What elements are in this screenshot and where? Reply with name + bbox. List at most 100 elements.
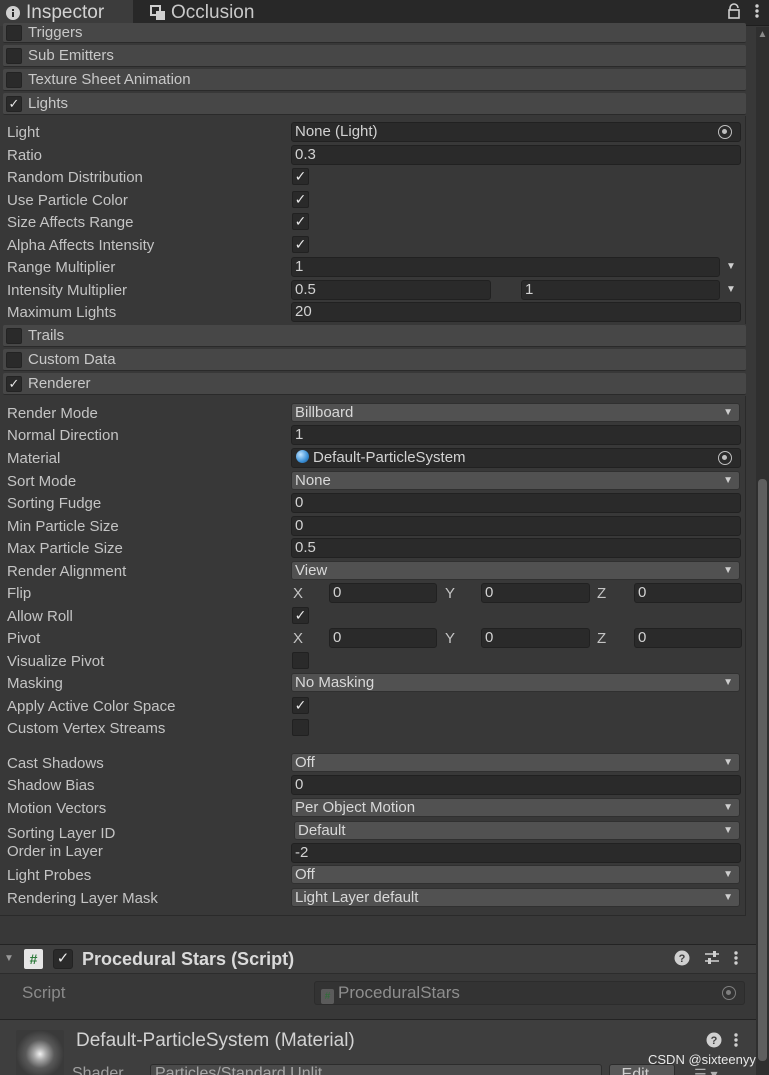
module-texture-sheet-animation[interactable]: Texture Sheet Animation xyxy=(3,69,746,91)
module-trails-checkbox[interactable] xyxy=(6,327,22,344)
sort-mode-dropdown[interactable]: None ▼ xyxy=(291,471,740,490)
module-renderer[interactable]: ✓ Renderer xyxy=(3,373,746,395)
shadow-bias-field[interactable]: 0 xyxy=(291,775,741,795)
motion-vectors-dropdown[interactable]: Per Object Motion ▼ xyxy=(291,798,740,817)
custom-vertex-streams-checkbox[interactable] xyxy=(292,719,309,736)
size-affects-range-checkbox[interactable]: ✓ xyxy=(292,213,309,230)
sorting-fudge-value: 0 xyxy=(295,494,304,511)
light-probes-dropdown[interactable]: Off ▼ xyxy=(291,865,740,884)
flip-x-field[interactable]: 0 xyxy=(329,583,437,603)
range-multiplier-field[interactable]: 1 xyxy=(291,257,720,277)
lights-panel: Light None (Light) Ratio 0.3 Random Dist… xyxy=(0,116,746,324)
pivot-x-field[interactable]: 0 xyxy=(329,628,437,648)
max-particle-size-field[interactable]: 0.5 xyxy=(291,538,741,558)
module-triggers[interactable]: Triggers xyxy=(3,23,746,43)
pivot-y-field[interactable]: 0 xyxy=(481,628,590,648)
kebab-menu-icon[interactable] xyxy=(755,3,759,24)
ratio-value: 0.3 xyxy=(295,146,316,163)
masking-dropdown[interactable]: No Masking ▼ xyxy=(291,673,740,692)
script-label: Script xyxy=(22,983,66,1002)
cast-shadows-dropdown[interactable]: Off ▼ xyxy=(291,753,740,772)
module-renderer-checkbox[interactable]: ✓ xyxy=(6,375,22,392)
sorting-fudge-label: Sorting Fudge xyxy=(7,495,102,512)
order-in-layer-field[interactable]: -2 xyxy=(291,843,741,863)
light-value: None (Light) xyxy=(295,123,378,140)
pivot-z-field[interactable]: 0 xyxy=(634,628,742,648)
alpha-affects-intensity-checkbox[interactable]: ✓ xyxy=(292,236,309,253)
flip-z-field[interactable]: 0 xyxy=(634,583,742,603)
masking-value: No Masking xyxy=(295,674,375,691)
sorting-layer-id-dropdown[interactable]: Default ▼ xyxy=(294,821,740,840)
allow-roll-checkbox[interactable]: ✓ xyxy=(292,607,309,624)
normal-direction-value: 1 xyxy=(295,426,304,443)
module-lights-checkbox[interactable]: ✓ xyxy=(6,95,22,112)
flip-label: Flip xyxy=(7,585,32,602)
presets-icon[interactable] xyxy=(704,950,720,971)
row-masking: Masking No Masking ▼ xyxy=(0,673,746,695)
render-mode-dropdown[interactable]: Billboard ▼ xyxy=(291,403,740,422)
curve-mode-dropdown-icon[interactable]: ▼ xyxy=(726,261,736,272)
help-icon[interactable]: ? xyxy=(706,1032,722,1053)
kebab-menu-icon[interactable] xyxy=(734,1032,738,1053)
curve-mode-dropdown-icon[interactable]: ▼ xyxy=(726,284,736,295)
intensity-max-field[interactable]: 1 xyxy=(521,280,720,300)
material-component-header[interactable]: Default-ParticleSystem (Material) ? Shad… xyxy=(0,1019,756,1075)
script-hash-icon: # xyxy=(24,949,43,969)
module-lights[interactable]: ✓ Lights xyxy=(3,93,746,115)
intensity-min-field[interactable]: 0.5 xyxy=(291,280,491,300)
ratio-field[interactable]: 0.3 xyxy=(291,145,741,165)
motion-vectors-value: Per Object Motion xyxy=(295,799,416,816)
sort-mode-value: None xyxy=(295,472,331,489)
apply-active-color-space-checkbox[interactable]: ✓ xyxy=(292,697,309,714)
list-icon[interactable]: ☰ ▾ xyxy=(694,1066,717,1075)
chevron-down-icon: ▼ xyxy=(723,892,733,903)
lock-icon[interactable] xyxy=(727,2,741,24)
normal-direction-field[interactable]: 1 xyxy=(291,425,741,445)
scroll-thumb[interactable] xyxy=(758,479,767,1061)
vertical-scrollbar[interactable]: ▲ xyxy=(756,27,769,1075)
rendering-layer-mask-value: Light Layer default xyxy=(295,889,419,906)
help-icon[interactable]: ? xyxy=(674,950,690,971)
module-sub-emitters[interactable]: Sub Emitters xyxy=(3,45,746,67)
render-mode-label: Render Mode xyxy=(7,405,98,422)
random-distribution-checkbox[interactable]: ✓ xyxy=(292,168,309,185)
scroll-up-arrow-icon[interactable]: ▲ xyxy=(756,29,769,43)
flip-z-value: 0 xyxy=(638,584,647,601)
row-sorting-layer-id: Sorting Layer ID Default ▼ xyxy=(0,821,746,843)
sorting-layer-id-value: Default xyxy=(298,822,346,839)
module-sub-emitters-checkbox[interactable] xyxy=(6,47,22,64)
material-object-field[interactable]: Default-ParticleSystem xyxy=(291,448,741,468)
module-sub-emitters-label: Sub Emitters xyxy=(28,47,114,64)
module-custom-data-checkbox[interactable] xyxy=(6,351,22,368)
object-picker-icon[interactable] xyxy=(718,451,732,465)
rendering-layer-mask-dropdown[interactable]: Light Layer default ▼ xyxy=(291,888,740,907)
use-particle-color-checkbox[interactable]: ✓ xyxy=(292,191,309,208)
module-trails[interactable]: Trails xyxy=(3,325,746,347)
render-alignment-dropdown[interactable]: View ▼ xyxy=(291,561,740,580)
object-picker-icon[interactable] xyxy=(718,125,732,139)
procedural-stars-component-header[interactable]: ▼ # ✓ Procedural Stars (Script) ? xyxy=(0,944,756,974)
svg-text:?: ? xyxy=(711,1035,718,1047)
module-texture-sheet-animation-checkbox[interactable] xyxy=(6,71,22,88)
row-range-multiplier: Range Multiplier 1 ▼ xyxy=(0,257,746,279)
module-custom-data[interactable]: Custom Data xyxy=(3,349,746,371)
maximum-lights-field[interactable]: 20 xyxy=(291,302,741,322)
shader-dropdown[interactable]: Particles/Standard Unlit xyxy=(150,1064,602,1075)
visualize-pivot-checkbox[interactable] xyxy=(292,652,309,669)
shadow-bias-value: 0 xyxy=(295,776,304,793)
light-object-field[interactable]: None (Light) xyxy=(291,122,741,142)
foldout-arrow-icon[interactable]: ▼ xyxy=(4,953,14,964)
component-enabled-checkbox[interactable]: ✓ xyxy=(53,949,73,969)
min-particle-size-field[interactable]: 0 xyxy=(291,516,741,536)
row-ratio: Ratio 0.3 xyxy=(0,145,746,167)
renderer-panel: Render Mode Billboard ▼ Normal Direction … xyxy=(0,396,746,916)
light-probes-label: Light Probes xyxy=(7,867,92,884)
module-triggers-checkbox[interactable] xyxy=(6,24,22,41)
flip-y-field[interactable]: 0 xyxy=(481,583,590,603)
module-lights-label: Lights xyxy=(28,95,69,112)
kebab-menu-icon[interactable] xyxy=(734,950,738,971)
row-sorting-fudge: Sorting Fudge 0 xyxy=(0,493,746,515)
module-texture-sheet-animation-label: Texture Sheet Animation xyxy=(28,71,191,88)
sorting-fudge-field[interactable]: 0 xyxy=(291,493,741,513)
module-custom-data-label: Custom Data xyxy=(28,351,116,368)
